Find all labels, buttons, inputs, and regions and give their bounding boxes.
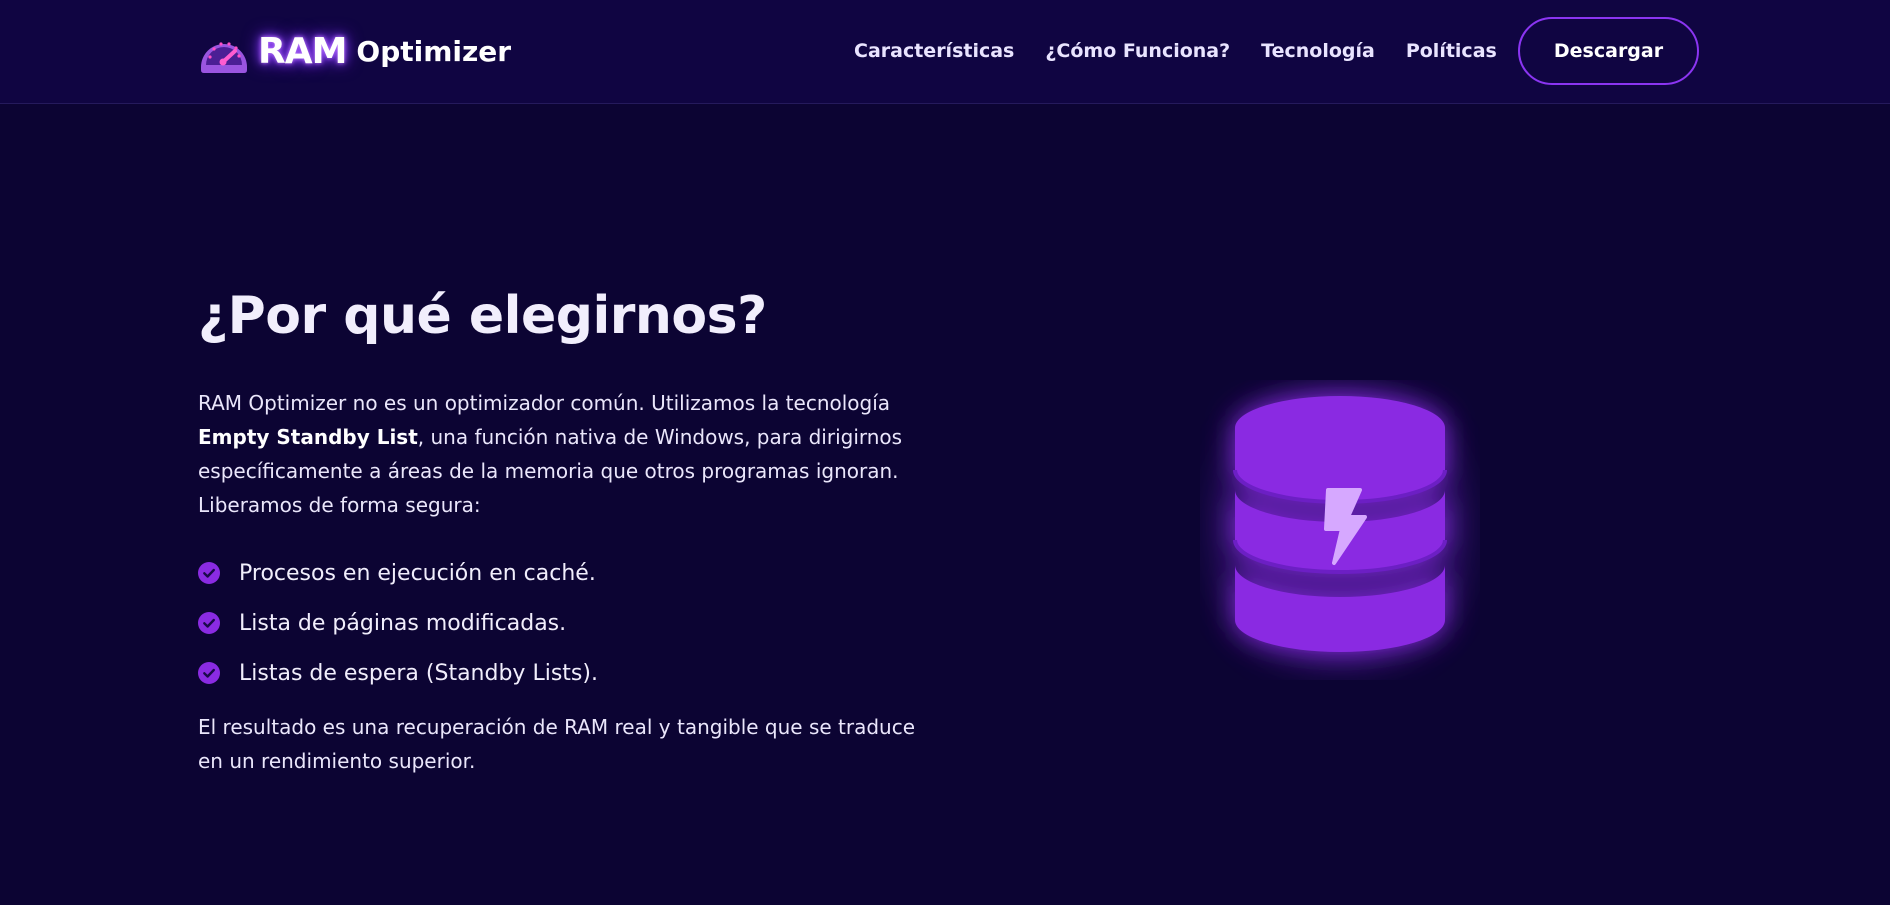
feature-text: Listas de espera (Standby Lists). — [239, 660, 598, 686]
feature-item: Listas de espera (Standby Lists). — [198, 648, 598, 698]
feature-item: Lista de páginas modificadas. — [198, 598, 598, 648]
nav-link-politicas[interactable]: Políticas — [1406, 40, 1497, 62]
brand-name-optimizer: Optimizer — [356, 34, 512, 68]
nav-link-como-funciona[interactable]: ¿Cómo Funciona? — [1045, 40, 1230, 62]
check-circle-icon — [198, 612, 220, 634]
database-lightning-icon — [1220, 396, 1460, 660]
main-nav: Características ¿Cómo Funciona? Tecnolog… — [854, 36, 1497, 66]
intro-text-start: RAM Optimizer no es un optimizador común… — [198, 391, 891, 415]
feature-list: Procesos en ejecución en caché. Lista de… — [198, 548, 598, 698]
nav-link-caracteristicas[interactable]: Características — [854, 40, 1014, 62]
check-circle-icon — [198, 662, 220, 684]
check-circle-icon — [198, 562, 220, 584]
result-paragraph: El resultado es una recuperación de RAM … — [198, 715, 916, 773]
brand-logo-link[interactable]: RAM Optimizer — [198, 28, 511, 74]
speedometer-icon — [201, 42, 247, 73]
intro-highlight: Empty Standby List — [198, 425, 418, 449]
feature-text: Lista de páginas modificadas. — [239, 610, 567, 636]
intro-paragraph: RAM Optimizer no es un optimizador común… — [198, 386, 928, 522]
top-navbar: RAM Optimizer Características ¿Cómo Func… — [0, 0, 1890, 104]
feature-item: Procesos en ejecución en caché. — [198, 548, 598, 598]
nav-link-tecnologia[interactable]: Tecnología — [1261, 40, 1375, 62]
download-button[interactable]: Descargar — [1518, 17, 1699, 85]
feature-text: Procesos en ejecución en caché. — [239, 560, 596, 586]
brand-name-ram: RAM — [258, 30, 347, 72]
section-title: ¿Por qué elegirnos? — [198, 286, 767, 346]
